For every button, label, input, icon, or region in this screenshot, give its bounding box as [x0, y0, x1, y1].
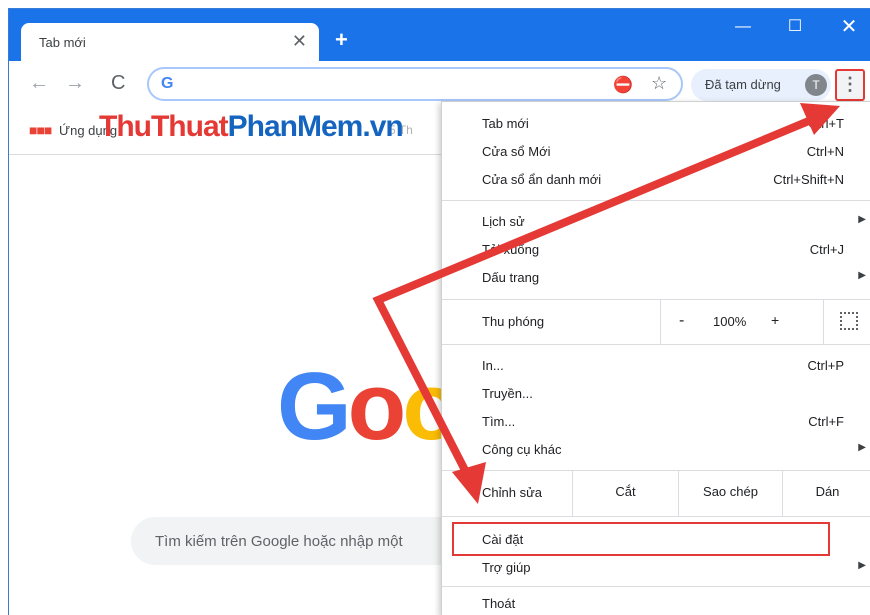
avatar: T — [805, 74, 827, 96]
more-menu-button[interactable]: ⋮ — [835, 69, 865, 101]
new-tab-button[interactable]: + — [335, 29, 348, 51]
title-bar: Tab mới ✕ + — ☐ ✕ — [9, 9, 870, 61]
menu-shortcut: Ctrl+Shift+N — [773, 172, 844, 187]
menu-item-cast[interactable]: Truyền... — [442, 380, 870, 408]
watermark-part: Thu — [99, 110, 152, 143]
zoom-out-button[interactable]: - — [679, 312, 684, 330]
close-tab-icon[interactable]: ✕ — [292, 32, 307, 50]
menu-item-new-tab[interactable]: Tab mới Ctrl+T — [442, 110, 870, 138]
bookmark-star-icon[interactable]: ☆ — [651, 73, 667, 94]
menu-item-print[interactable]: In... Ctrl+P — [442, 352, 870, 380]
watermark-part: Thuat — [150, 110, 229, 143]
menu-item-label: Cửa sổ ẩn danh mới — [482, 172, 602, 187]
menu-item-help[interactable]: Trợ giúp ▶ — [442, 554, 870, 582]
blocked-content-icon[interactable]: ⛔ — [613, 75, 633, 95]
cut-button[interactable]: Cắt — [572, 470, 678, 516]
copy-button[interactable]: Sao chép — [678, 470, 782, 516]
tab-new-tab[interactable]: Tab mới ✕ — [21, 23, 319, 61]
copy-label: Sao chép — [703, 484, 758, 499]
menu-item-zoom: Thu phóng - 100% + — [442, 300, 870, 344]
menu-item-history[interactable]: Lịch sử ▶ — [442, 208, 870, 236]
search-box[interactable]: Tìm kiếm trên Google hoặc nhập một — [131, 517, 471, 565]
menu-shortcut: Ctrl+T — [808, 116, 844, 131]
menu-item-find[interactable]: Tìm... Ctrl+F — [442, 408, 870, 436]
browser-window: Tab mới ✕ + — ☐ ✕ ← → C G ⛔ ☆ Đã tạm dừn… — [8, 8, 870, 615]
menu-item-label: Tải xuống — [482, 242, 540, 257]
minimize-window-button[interactable]: — — [723, 17, 763, 37]
menu-item-edit: Chỉnh sửa Cắt Sao chép Dán — [442, 470, 870, 516]
menu-item-incognito[interactable]: Cửa sổ ẩn danh mới Ctrl+Shift+N — [442, 166, 870, 194]
menu-item-label: Thoát — [482, 596, 516, 611]
menu-item-label: Trợ giúp — [482, 560, 531, 575]
menu-item-downloads[interactable]: Tải xuống Ctrl+J — [442, 236, 870, 264]
submenu-arrow-icon: ▶ — [858, 442, 866, 453]
search-placeholder: Tìm kiếm trên Google hoặc nhập một — [155, 533, 403, 550]
profile-paused-label: Đã tạm dừng — [705, 77, 781, 92]
watermark-part: Phan — [227, 110, 298, 143]
close-window-button[interactable]: ✕ — [829, 17, 869, 37]
zoom-level: 100% — [713, 314, 747, 329]
cut-label: Cắt — [615, 484, 636, 499]
menu-item-new-window[interactable]: Cửa sổ Mới Ctrl+N — [442, 138, 870, 166]
zoom-controls: - 100% + — [660, 300, 870, 344]
menu-item-label: Tab mới — [482, 116, 529, 131]
settings-highlight-box — [452, 522, 830, 556]
maximize-window-button[interactable]: ☐ — [775, 17, 815, 37]
menu-item-label: Dấu trang — [482, 270, 540, 285]
fullscreen-icon — [840, 312, 858, 330]
reload-icon[interactable]: C — [111, 73, 125, 93]
paste-button[interactable]: Dán — [782, 470, 870, 516]
menu-item-label: Cửa sổ Mới — [482, 144, 551, 159]
menu-item-bookmarks[interactable]: Dấu trang ▶ — [442, 264, 870, 292]
google-icon: G — [161, 75, 174, 92]
logo-letter: o — [347, 353, 407, 460]
watermark-part: Mem — [297, 110, 363, 143]
submenu-arrow-icon: ▶ — [858, 214, 866, 225]
menu-separator — [442, 344, 870, 345]
submenu-arrow-icon: ▶ — [858, 270, 866, 281]
menu-item-label: Công cụ khác — [482, 442, 562, 457]
fullscreen-button[interactable] — [823, 300, 870, 344]
apps-grid-icon[interactable]: ■■■ — [29, 123, 52, 137]
menu-separator — [442, 516, 870, 517]
chrome-main-menu: Tab mới Ctrl+T Cửa sổ Mới Ctrl+N Cửa sổ … — [441, 101, 870, 615]
watermark-part: .vn — [362, 110, 403, 143]
paste-label: Dán — [815, 484, 840, 499]
menu-item-label: Tìm... — [482, 414, 516, 429]
submenu-arrow-icon: ▶ — [858, 560, 866, 571]
menu-separator — [442, 200, 870, 201]
back-icon[interactable]: ← — [29, 73, 49, 93]
logo-letter: G — [277, 353, 352, 460]
menu-item-label: Chỉnh sửa — [482, 485, 543, 500]
menu-item-label: In... — [482, 358, 504, 373]
menu-shortcut: Ctrl+N — [806, 144, 844, 159]
menu-item-exit[interactable]: Thoát — [442, 590, 870, 615]
menu-item-label: Truyền... — [482, 386, 533, 401]
menu-separator — [442, 586, 870, 587]
menu-item-label: Thu phóng — [482, 314, 545, 329]
menu-shortcut: Ctrl+P — [807, 358, 844, 373]
tab-title: Tab mới — [39, 35, 86, 50]
google-logo: Goo — [277, 359, 461, 455]
menu-shortcut: Ctrl+F — [808, 414, 844, 429]
menu-item-more-tools[interactable]: Công cụ khác ▶ — [442, 436, 870, 464]
menu-shortcut: Ctrl+J — [809, 242, 844, 257]
watermark-logo: ThuThuatPhanMem.vn — [99, 109, 404, 145]
forward-icon[interactable]: → — [65, 73, 85, 93]
profile-paused-button[interactable]: Đã tạm dừng T — [691, 69, 831, 101]
zoom-in-button[interactable]: + — [771, 312, 779, 328]
menu-item-label: Lịch sử — [482, 214, 525, 229]
address-bar[interactable]: G ⛔ ☆ — [147, 67, 683, 101]
